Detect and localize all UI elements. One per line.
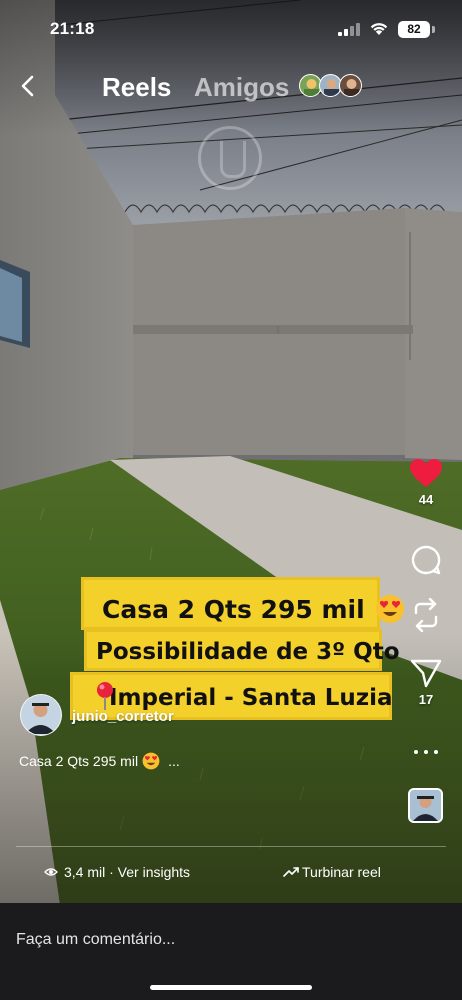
share-button[interactable]: 17 (404, 658, 448, 707)
comment-input[interactable] (16, 928, 436, 952)
cellular-signal-icon (338, 23, 360, 36)
heart-eyes-emoji-icon (376, 595, 405, 623)
home-indicator[interactable] (150, 985, 312, 990)
remix-button[interactable] (404, 598, 448, 632)
friend-avatar (339, 74, 362, 97)
boost-reel-button[interactable]: Turbinar reel (283, 864, 381, 880)
boost-reel-label: Turbinar reel (302, 864, 381, 880)
sticker-line-2: Possibilidade de 3º Qto (84, 629, 400, 671)
like-button[interactable]: 44 (404, 458, 448, 507)
like-count: 44 (418, 492, 434, 507)
repost-icon (414, 598, 438, 632)
watermark-logo (198, 126, 262, 190)
battery-indicator: 82 (398, 21, 430, 38)
pin-icon (97, 682, 113, 710)
sticker-text-1: Casa 2 Qts 295 mil (102, 595, 365, 624)
tab-reels[interactable]: Reels (102, 72, 171, 103)
wifi-icon (370, 23, 388, 35)
battery-tip (432, 26, 435, 33)
divider (16, 846, 446, 847)
view-insights-link[interactable]: 3,4 mil · Ver insights (44, 864, 190, 880)
author-photo (21, 695, 60, 734)
status-bar: 21:18 82 (0, 0, 462, 60)
caption[interactable]: Casa 2 Qts 295 mil ... (19, 752, 180, 770)
audio-thumbnail[interactable] (408, 788, 443, 823)
caption-more[interactable]: ... (168, 753, 180, 769)
author-username[interactable]: junio_corretor (72, 708, 174, 725)
chevron-left-icon[interactable] (14, 72, 42, 100)
comment-icon (411, 545, 441, 575)
send-icon (410, 659, 442, 688)
comment-button[interactable] (404, 544, 448, 576)
tab-amigos[interactable]: Amigos (194, 72, 289, 103)
share-count: 17 (418, 692, 434, 707)
heart-eyes-emoji-icon (142, 752, 160, 770)
trending-up-icon (283, 867, 299, 877)
sticker-text-2: Possibilidade de 3º Qto (96, 639, 400, 665)
more-options-icon[interactable] (414, 748, 438, 756)
friends-avatars[interactable] (299, 74, 363, 98)
avatar[interactable] (20, 694, 62, 736)
clock: 21:18 (50, 19, 95, 38)
heart-icon (410, 459, 442, 487)
comment-bar (0, 903, 462, 1000)
author-photo (410, 790, 441, 821)
caption-text: Casa 2 Qts 295 mil (19, 753, 139, 769)
sticker-line-1: Casa 2 Qts 295 mil (81, 577, 405, 630)
